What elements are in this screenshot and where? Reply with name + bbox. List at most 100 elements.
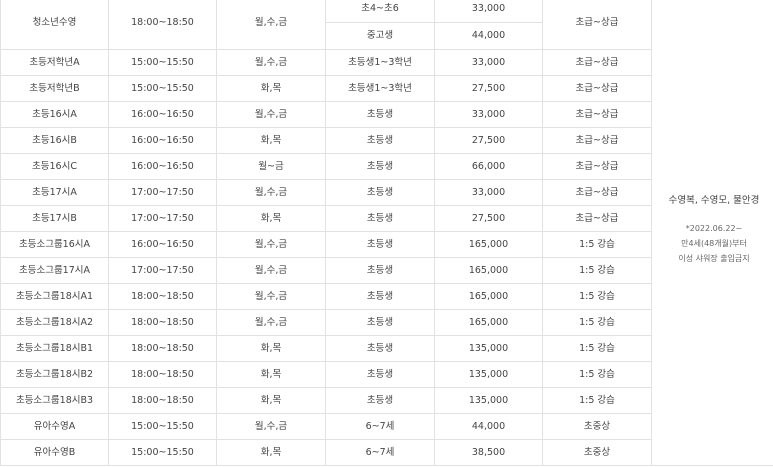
class-level: 초급~상급 [542,0,652,50]
class-time: 15:00~15:50 [108,75,217,102]
class-target: 초등생 [325,205,435,232]
class-time: 18:00~18:50 [108,387,217,414]
class-price: 165,000 [434,231,543,258]
class-time: 18:00~18:50 [108,361,217,388]
class-target: 초등생 [325,101,435,128]
class-days: 월~금 [216,153,326,180]
class-days: 월,수,금 [216,257,326,284]
class-days: 월,수,금 [216,231,326,258]
class-price: 33,000 [434,101,543,128]
class-price: 135,000 [434,361,543,388]
class-level: 초급~상급 [542,127,652,154]
class-target: 초등생 [325,387,435,414]
class-time: 17:00~17:50 [108,179,217,206]
class-name: 청소년수영 [0,0,109,50]
class-time: 18:00~18:50 [108,335,217,362]
class-target: 초등생 [325,231,435,258]
class-price: 27,500 [434,127,543,154]
class-time: 16:00~16:50 [108,101,217,128]
class-target: 초등생 [325,257,435,284]
notes-shower-rule: 이성 샤워장 출입금지 [678,254,750,263]
notes-date: *2022.06.22~ [685,224,743,233]
class-days: 월,수,금 [216,0,326,50]
class-level: 1:5 강습 [542,335,652,362]
class-days: 월,수,금 [216,413,326,440]
class-price: 135,000 [434,387,543,414]
class-price: 66,000 [434,153,543,180]
class-level: 초중상 [542,439,652,466]
class-name: 초등소그룹17시A [0,257,109,284]
class-target: 중고생 [325,22,435,50]
class-price: 27,500 [434,75,543,102]
class-target: 초등생 [325,153,435,180]
class-days: 화,목 [216,205,326,232]
class-level: 1:5 강습 [542,387,652,414]
class-days: 화,목 [216,335,326,362]
class-price: 165,000 [434,257,543,284]
class-name: 유아수영A [0,413,109,440]
class-name: 초등16시A [0,101,109,128]
class-days: 화,목 [216,387,326,414]
class-name: 초등16시B [0,127,109,154]
class-time: 17:00~17:50 [108,205,217,232]
class-target: 초등생 [325,127,435,154]
class-name: 초등소그룹18시B3 [0,387,109,414]
class-days: 월,수,금 [216,309,326,336]
class-target: 초등생 [325,335,435,362]
class-name: 초등소그룹16시A [0,231,109,258]
class-level: 초급~상급 [542,179,652,206]
class-target: 초4~초6 [325,0,435,23]
class-price: 44,000 [434,22,543,50]
class-target: 초등생1~3학년 [325,75,435,102]
class-price: 33,000 [434,0,543,23]
class-name: 초등17시A [0,179,109,206]
class-price: 165,000 [434,283,543,310]
class-level: 초급~상급 [542,49,652,76]
class-name: 초등저학년B [0,75,109,102]
class-target: 6~7세 [325,439,435,466]
class-level: 1:5 강습 [542,361,652,388]
table-row: 청소년수영 18:00~18:50 월,수,금 초4~초6 33,000 초급~… [0,0,773,466]
notes-age: 만4세(48개월)부터 [681,239,747,248]
class-name: 초등소그룹18시A1 [0,283,109,310]
class-target: 초등생 [325,283,435,310]
class-name: 초등저학년A [0,49,109,76]
class-level: 1:5 강습 [542,231,652,258]
class-target: 초등생 [325,309,435,336]
class-days: 월,수,금 [216,179,326,206]
class-price: 165,000 [434,309,543,336]
class-time: 17:00~17:50 [108,257,217,284]
class-time: 15:00~15:50 [108,49,217,76]
class-name: 초등소그룹18시B1 [0,335,109,362]
class-days: 화,목 [216,361,326,388]
class-time: 18:00~18:50 [108,0,217,50]
class-days: 월,수,금 [216,101,326,128]
class-time: 18:00~18:50 [108,283,217,310]
class-time: 15:00~15:50 [108,439,217,466]
class-price: 27,500 [434,205,543,232]
class-price: 135,000 [434,335,543,362]
class-name: 초등16시C [0,153,109,180]
class-price: 38,500 [434,439,543,466]
class-level: 1:5 강습 [542,309,652,336]
class-name: 초등소그룹18시B2 [0,361,109,388]
class-days: 화,목 [216,75,326,102]
class-price: 33,000 [434,179,543,206]
class-level: 1:5 강습 [542,257,652,284]
class-target: 6~7세 [325,413,435,440]
class-name: 초등소그룹18시A2 [0,309,109,336]
notes-required-items: 수영복, 수영모, 물안경 [668,195,760,206]
notes-panel: 수영복, 수영모, 물안경 *2022.06.22~ 만4세(48개월)부터 이… [651,0,773,466]
class-level: 초급~상급 [542,205,652,232]
class-level: 초중상 [542,413,652,440]
class-name: 초등17시B [0,205,109,232]
class-level: 초급~상급 [542,101,652,128]
class-days: 월,수,금 [216,49,326,76]
class-days: 화,목 [216,439,326,466]
class-days: 월,수,금 [216,283,326,310]
class-price: 44,000 [434,413,543,440]
class-days: 화,목 [216,127,326,154]
class-level: 초급~상급 [542,153,652,180]
class-time: 15:00~15:50 [108,413,217,440]
class-schedule-table: 청소년수영 18:00~18:50 월,수,금 초4~초6 33,000 초급~… [0,0,773,466]
